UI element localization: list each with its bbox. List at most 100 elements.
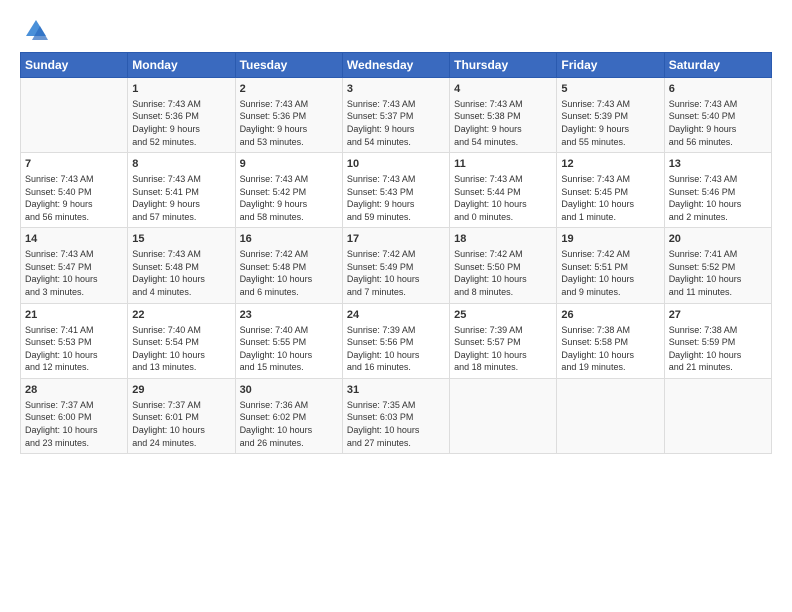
calendar-cell: 18Sunrise: 7:42 AMSunset: 5:50 PMDayligh… (450, 228, 557, 303)
cell-content: Sunrise: 7:39 AMSunset: 5:57 PMDaylight:… (454, 324, 552, 374)
cell-content: Sunrise: 7:43 AMSunset: 5:39 PMDaylight:… (561, 98, 659, 148)
calendar-cell: 23Sunrise: 7:40 AMSunset: 5:55 PMDayligh… (235, 303, 342, 378)
cell-content: Sunrise: 7:42 AMSunset: 5:50 PMDaylight:… (454, 248, 552, 298)
cell-line: and 18 minutes. (454, 361, 552, 374)
cell-line: Daylight: 10 hours (132, 273, 230, 286)
cell-line: Daylight: 10 hours (25, 424, 123, 437)
cell-line: Sunset: 5:37 PM (347, 110, 445, 123)
cell-line: Sunset: 5:57 PM (454, 336, 552, 349)
cell-line: Daylight: 10 hours (347, 349, 445, 362)
cell-line: Sunrise: 7:36 AM (240, 399, 338, 412)
day-number: 21 (25, 308, 123, 323)
cell-line: Daylight: 10 hours (669, 273, 767, 286)
calendar-cell: 5Sunrise: 7:43 AMSunset: 5:39 PMDaylight… (557, 78, 664, 153)
cell-content: Sunrise: 7:43 AMSunset: 5:38 PMDaylight:… (454, 98, 552, 148)
day-number: 17 (347, 232, 445, 247)
cell-line: Daylight: 9 hours (347, 198, 445, 211)
cell-line: and 9 minutes. (561, 286, 659, 299)
cell-line: Daylight: 10 hours (132, 349, 230, 362)
cell-line: Sunset: 5:38 PM (454, 110, 552, 123)
calendar-cell: 19Sunrise: 7:42 AMSunset: 5:51 PMDayligh… (557, 228, 664, 303)
calendar-cell (21, 78, 128, 153)
cell-line: and 56 minutes. (25, 211, 123, 224)
cell-line: Sunrise: 7:42 AM (347, 248, 445, 261)
cell-line: Sunset: 5:49 PM (347, 261, 445, 274)
cell-line: Daylight: 9 hours (132, 123, 230, 136)
cell-line: Sunrise: 7:40 AM (132, 324, 230, 337)
calendar-cell: 4Sunrise: 7:43 AMSunset: 5:38 PMDaylight… (450, 78, 557, 153)
calendar-cell: 27Sunrise: 7:38 AMSunset: 5:59 PMDayligh… (664, 303, 771, 378)
cell-line: Daylight: 10 hours (132, 424, 230, 437)
cell-line: Daylight: 9 hours (561, 123, 659, 136)
cell-line: Daylight: 9 hours (25, 198, 123, 211)
cell-line: Daylight: 10 hours (454, 349, 552, 362)
day-number: 19 (561, 232, 659, 247)
cell-line: Daylight: 9 hours (132, 198, 230, 211)
cell-line: Sunset: 5:50 PM (454, 261, 552, 274)
cell-line: Daylight: 9 hours (240, 123, 338, 136)
cell-content: Sunrise: 7:41 AMSunset: 5:52 PMDaylight:… (669, 248, 767, 298)
day-number: 7 (25, 157, 123, 172)
cell-line: Sunset: 5:46 PM (669, 186, 767, 199)
cell-line: Sunrise: 7:39 AM (347, 324, 445, 337)
cell-content: Sunrise: 7:43 AMSunset: 5:37 PMDaylight:… (347, 98, 445, 148)
cell-line: Sunset: 5:47 PM (25, 261, 123, 274)
cell-line: Sunrise: 7:43 AM (25, 173, 123, 186)
day-number: 12 (561, 157, 659, 172)
cell-line: Daylight: 9 hours (240, 198, 338, 211)
calendar-cell: 20Sunrise: 7:41 AMSunset: 5:52 PMDayligh… (664, 228, 771, 303)
day-number: 8 (132, 157, 230, 172)
cell-line: Sunset: 5:59 PM (669, 336, 767, 349)
cell-line: and 27 minutes. (347, 437, 445, 450)
cell-line: Daylight: 9 hours (454, 123, 552, 136)
page: SundayMondayTuesdayWednesdayThursdayFrid… (0, 0, 792, 612)
cell-content: Sunrise: 7:43 AMSunset: 5:46 PMDaylight:… (669, 173, 767, 223)
header-day-wednesday: Wednesday (342, 53, 449, 78)
day-number: 3 (347, 82, 445, 97)
cell-content: Sunrise: 7:43 AMSunset: 5:44 PMDaylight:… (454, 173, 552, 223)
calendar-cell: 7Sunrise: 7:43 AMSunset: 5:40 PMDaylight… (21, 153, 128, 228)
cell-content: Sunrise: 7:43 AMSunset: 5:47 PMDaylight:… (25, 248, 123, 298)
cell-line: Sunset: 5:53 PM (25, 336, 123, 349)
cell-line: Daylight: 9 hours (347, 123, 445, 136)
cell-line: Daylight: 10 hours (561, 349, 659, 362)
day-number: 11 (454, 157, 552, 172)
cell-line: Daylight: 9 hours (669, 123, 767, 136)
calendar-cell: 28Sunrise: 7:37 AMSunset: 6:00 PMDayligh… (21, 378, 128, 453)
cell-line: Sunrise: 7:43 AM (347, 173, 445, 186)
calendar-cell: 14Sunrise: 7:43 AMSunset: 5:47 PMDayligh… (21, 228, 128, 303)
day-number: 6 (669, 82, 767, 97)
cell-line: Sunset: 5:45 PM (561, 186, 659, 199)
cell-line: Sunrise: 7:43 AM (347, 98, 445, 111)
day-number: 1 (132, 82, 230, 97)
cell-line: Sunset: 5:58 PM (561, 336, 659, 349)
cell-line: Daylight: 10 hours (669, 198, 767, 211)
logo (20, 16, 50, 44)
day-number: 29 (132, 383, 230, 398)
day-number: 18 (454, 232, 552, 247)
calendar-cell (450, 378, 557, 453)
cell-content: Sunrise: 7:37 AMSunset: 6:00 PMDaylight:… (25, 399, 123, 449)
cell-line: Sunset: 5:52 PM (669, 261, 767, 274)
day-number: 25 (454, 308, 552, 323)
calendar-cell: 29Sunrise: 7:37 AMSunset: 6:01 PMDayligh… (128, 378, 235, 453)
cell-line: and 4 minutes. (132, 286, 230, 299)
cell-line: Sunrise: 7:43 AM (454, 98, 552, 111)
cell-line: Sunrise: 7:43 AM (25, 248, 123, 261)
day-number: 31 (347, 383, 445, 398)
cell-line: and 16 minutes. (347, 361, 445, 374)
cell-content: Sunrise: 7:38 AMSunset: 5:58 PMDaylight:… (561, 324, 659, 374)
day-number: 23 (240, 308, 338, 323)
calendar-cell: 2Sunrise: 7:43 AMSunset: 5:36 PMDaylight… (235, 78, 342, 153)
cell-line: and 58 minutes. (240, 211, 338, 224)
cell-line: Sunrise: 7:39 AM (454, 324, 552, 337)
cell-line: Sunrise: 7:37 AM (25, 399, 123, 412)
cell-line: and 1 minute. (561, 211, 659, 224)
cell-content: Sunrise: 7:40 AMSunset: 5:54 PMDaylight:… (132, 324, 230, 374)
cell-line: and 55 minutes. (561, 136, 659, 149)
cell-line: Daylight: 10 hours (561, 198, 659, 211)
cell-line: and 24 minutes. (132, 437, 230, 450)
cell-line: Sunset: 5:43 PM (347, 186, 445, 199)
day-number: 4 (454, 82, 552, 97)
cell-line: and 7 minutes. (347, 286, 445, 299)
